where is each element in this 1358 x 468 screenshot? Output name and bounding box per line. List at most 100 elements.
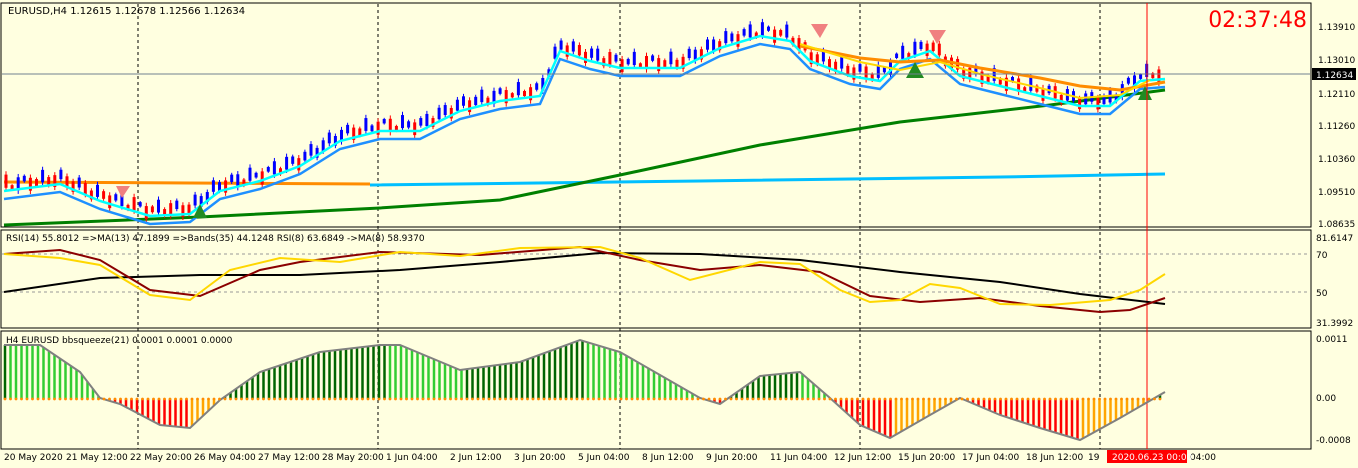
squeeze-dot — [856, 397, 859, 401]
candle-body — [468, 100, 472, 113]
candle-body — [254, 172, 258, 178]
squeeze-tick: -0.0008 — [1316, 436, 1351, 446]
squeeze-dot — [493, 397, 496, 401]
squeeze-dot — [482, 397, 485, 401]
candle-body — [724, 31, 728, 44]
squeeze-dot — [31, 397, 34, 401]
candle-body — [760, 22, 764, 36]
time-axis[interactable]: 20 May 2020 21 May 12:00 22 May 20:00 26 Ma… — [4, 453, 1216, 463]
squeeze-dot — [443, 397, 447, 401]
candle-body — [407, 121, 411, 128]
squeeze-dot — [784, 397, 788, 401]
squeeze-dot — [581, 397, 584, 401]
candle-body — [96, 184, 99, 197]
candle-body — [620, 59, 624, 73]
squeeze-dot — [691, 397, 694, 401]
squeeze-dot — [652, 397, 656, 401]
candle-body — [846, 65, 850, 75]
candle-body — [626, 58, 630, 65]
squeeze-dot — [658, 397, 661, 401]
squeeze-dot — [872, 397, 876, 401]
squeeze-dot — [949, 397, 953, 401]
candle-body — [114, 194, 118, 201]
candle-body — [498, 88, 502, 94]
squeeze-dot — [300, 397, 304, 401]
candle-body — [22, 175, 26, 182]
squeeze-dot — [240, 397, 243, 401]
candle-body — [571, 41, 575, 52]
candle-body — [858, 64, 862, 72]
time-label: 15 Jun 20:00 — [898, 453, 955, 463]
squeeze-dot — [223, 397, 227, 401]
squeeze-dot — [542, 397, 546, 401]
candle-body — [596, 48, 600, 61]
candle-body — [327, 132, 331, 144]
squeeze-dot — [1070, 397, 1074, 401]
countdown-clock: 02:37:48 — [1208, 8, 1307, 33]
squeeze-dot — [328, 397, 331, 401]
squeeze-dot — [834, 397, 837, 401]
squeeze-dot — [955, 397, 958, 401]
squeeze-dot — [152, 397, 155, 401]
squeeze-dot — [1158, 397, 1162, 401]
candle-body — [1096, 97, 1100, 110]
candle-body — [83, 182, 87, 195]
squeeze-dot — [1076, 397, 1079, 401]
squeeze-dot — [410, 397, 414, 401]
squeeze-dot — [97, 397, 100, 401]
squeeze-dot — [86, 397, 89, 401]
squeeze-dot — [971, 397, 975, 401]
squeeze-dot — [1147, 397, 1151, 401]
squeeze-dot — [262, 397, 265, 401]
candle-body — [370, 125, 374, 132]
squeeze-dot — [1131, 397, 1134, 401]
squeeze-dot — [58, 397, 62, 401]
squeeze-dot — [823, 397, 826, 401]
squeeze-dot — [141, 397, 144, 401]
squeeze-dot — [163, 397, 166, 401]
squeeze-dot — [267, 397, 271, 401]
squeeze-dot — [1048, 397, 1052, 401]
squeeze-dot — [185, 397, 188, 401]
squeeze-dot — [663, 397, 667, 401]
squeeze-dot — [3, 397, 7, 401]
rsi-tick: 70 — [1316, 251, 1328, 261]
candle-body — [1139, 74, 1143, 79]
candle-body — [919, 41, 923, 50]
price-tick: 1.13010 — [1318, 56, 1355, 66]
time-label: 11 Jun 04:00 — [770, 453, 827, 463]
squeeze-dot — [438, 397, 441, 401]
squeeze-dot — [740, 397, 744, 401]
squeeze-dot — [515, 397, 518, 401]
squeeze-dot — [75, 397, 78, 401]
squeeze-dot — [889, 397, 892, 401]
squeeze-dot — [625, 397, 628, 401]
squeeze-dot — [1081, 397, 1085, 401]
squeeze-dot — [350, 397, 353, 401]
squeeze-dot — [427, 397, 430, 401]
squeeze-dot — [575, 397, 579, 401]
squeeze-dot — [982, 397, 986, 401]
time-label: 12 Jun 12:00 — [834, 453, 891, 463]
candle-body — [584, 51, 587, 63]
price-tick: 1.08635 — [1318, 220, 1355, 230]
squeeze-dot — [1032, 397, 1035, 401]
candle-body — [437, 107, 441, 120]
squeeze-dot — [201, 397, 205, 401]
squeeze-dot — [1043, 397, 1046, 401]
candle-body — [309, 144, 313, 156]
squeeze-dot — [861, 397, 865, 401]
candle-body — [303, 151, 307, 161]
squeeze-dot — [641, 397, 645, 401]
candle-body — [687, 48, 691, 59]
squeeze-dot — [190, 397, 194, 401]
candle-body — [516, 82, 520, 96]
rsi-tick: 31.3992 — [1316, 319, 1353, 329]
time-label: 17 Jun 04:00 — [962, 453, 1019, 463]
squeeze-dot — [680, 397, 683, 401]
squeeze-dot — [520, 397, 524, 401]
mt4-chart-window[interactable]: EURUSD,H4 1.12615 1.12678 1.12566 1.1263… — [0, 0, 1358, 468]
squeeze-dot — [718, 397, 722, 401]
candle-body — [144, 206, 148, 220]
squeeze-dot — [135, 397, 139, 401]
